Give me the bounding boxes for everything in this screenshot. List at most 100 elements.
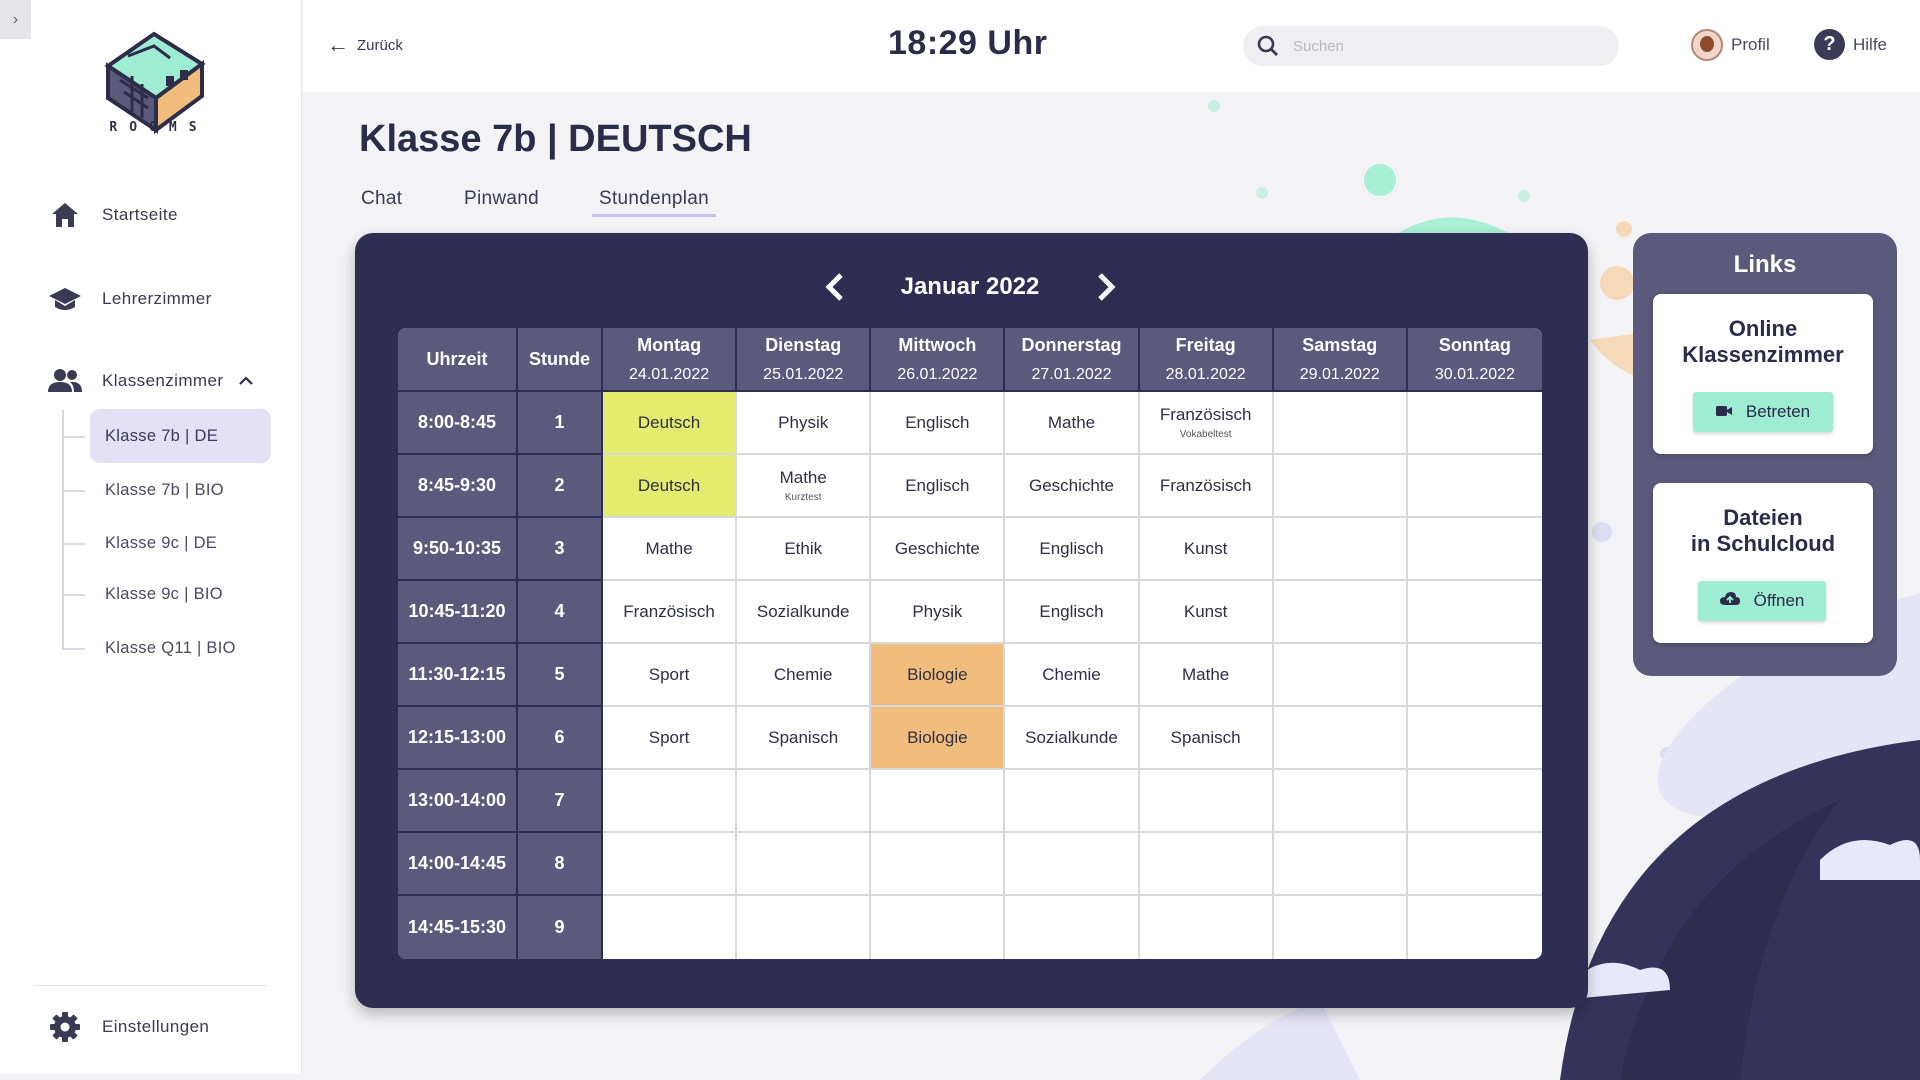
lesson-cell[interactable]: Mathe	[1005, 392, 1140, 455]
lesson-cell[interactable]: Geschichte	[1005, 455, 1140, 518]
lesson-cell[interactable]: Deutsch	[603, 455, 738, 518]
lesson-cell[interactable]	[737, 833, 872, 896]
lesson-cell[interactable]	[603, 833, 738, 896]
lesson-cell[interactable]: Französisch Vokabeltest	[1139, 392, 1274, 455]
nav-einstellungen[interactable]: Einstellungen	[48, 1012, 209, 1042]
day-date: 25.01.2022	[763, 365, 844, 383]
lesson-cell[interactable]	[1407, 581, 1542, 644]
lesson-cell[interactable]: Physik	[737, 392, 872, 455]
open-button[interactable]: Öffnen	[1698, 581, 1826, 621]
class-item-7b-bio[interactable]: Klasse 7b | BIO	[90, 463, 271, 517]
lesson-cell[interactable]: Mathe Kurztest	[737, 455, 872, 518]
lesson-cell[interactable]: Kunst	[1139, 518, 1274, 581]
lesson-cell[interactable]: Sport	[603, 644, 738, 707]
lesson-cell[interactable]	[1273, 392, 1408, 455]
lesson-cell[interactable]: Sozialkunde	[737, 581, 872, 644]
lesson-cell[interactable]: Englisch	[871, 455, 1006, 518]
lesson-cell[interactable]: Französisch	[603, 581, 738, 644]
lesson-cell[interactable]: Französisch	[1139, 455, 1274, 518]
nav-startseite[interactable]: Startseite	[48, 200, 178, 230]
lesson-cell[interactable]	[1139, 770, 1274, 833]
lesson-cell[interactable]	[1408, 896, 1542, 959]
row-time: 9:50-10:35	[398, 518, 518, 581]
lesson-cell[interactable]	[1005, 833, 1140, 896]
lesson-cell[interactable]	[871, 833, 1006, 896]
row-period: 9	[518, 896, 603, 959]
lesson-cell[interactable]: Chemie	[1005, 644, 1140, 707]
lesson-cell[interactable]: Chemie	[737, 644, 872, 707]
lesson-cell[interactable]: Biologie	[871, 707, 1006, 770]
lesson-cell[interactable]	[1407, 455, 1542, 518]
next-month-button[interactable]	[1086, 265, 1126, 309]
lesson-cell[interactable]	[1139, 833, 1274, 896]
nav-lehrerzimmer[interactable]: Lehrerzimmer	[48, 284, 212, 314]
lesson-cell[interactable]: Spanisch	[737, 707, 872, 770]
lesson-cell[interactable]	[1273, 707, 1408, 770]
profile-button[interactable]: Profil	[1691, 29, 1770, 61]
lesson-cell[interactable]: Deutsch	[603, 392, 738, 455]
lesson-cell[interactable]	[1407, 833, 1542, 896]
class-item-7b-de[interactable]: Klasse 7b | DE	[90, 409, 271, 463]
tab-stundenplan[interactable]: Stundenplan	[592, 188, 717, 217]
row-time: 14:45-15:30	[398, 896, 518, 959]
sidebar-collapse-button[interactable]: ›	[0, 0, 31, 39]
search-input[interactable]	[1293, 37, 1593, 55]
lesson-cell[interactable]: Ethik	[737, 518, 872, 581]
lesson-cell[interactable]	[603, 896, 738, 959]
lesson-subject: Geschichte	[894, 538, 980, 558]
nav-label: Klassenzimmer	[102, 371, 224, 390]
lesson-cell[interactable]: Kunst	[1139, 581, 1274, 644]
lesson-cell[interactable]	[1273, 833, 1408, 896]
lesson-cell[interactable]	[1273, 581, 1408, 644]
lesson-cell[interactable]	[1005, 896, 1140, 959]
prev-month-button[interactable]	[815, 265, 855, 309]
cloud-upload-icon	[1719, 591, 1740, 611]
lesson-subject: Spanisch	[768, 727, 839, 747]
lesson-cell[interactable]: Spanisch	[1139, 707, 1274, 770]
lesson-cell[interactable]: Sport	[603, 707, 738, 770]
tab-pinwand[interactable]: Pinwand	[464, 188, 539, 210]
tab-chat[interactable]: Chat	[361, 188, 402, 210]
link-title-line: Online	[1728, 316, 1798, 341]
lesson-cell[interactable]: Mathe	[603, 518, 738, 581]
back-button[interactable]: ← Zurück	[327, 34, 403, 56]
time-label: 11:30-12:15	[408, 664, 506, 684]
lesson-cell[interactable]: Physik	[871, 581, 1006, 644]
lesson-cell[interactable]	[1407, 518, 1542, 581]
help-button[interactable]: ? Hilfe	[1814, 29, 1887, 60]
lesson-cell[interactable]	[1407, 770, 1542, 833]
join-button[interactable]: Betreten	[1693, 392, 1833, 432]
lesson-cell[interactable]	[871, 770, 1006, 833]
lesson-cell[interactable]: Mathe	[1139, 644, 1274, 707]
lesson-cell[interactable]: Englisch	[1005, 581, 1140, 644]
nav-label: Einstellungen	[102, 1017, 210, 1036]
lesson-cell[interactable]	[1273, 770, 1408, 833]
lesson-cell[interactable]: Englisch	[871, 392, 1006, 455]
lesson-cell[interactable]	[1140, 896, 1274, 959]
lesson-cell[interactable]	[737, 770, 872, 833]
chevron-up-icon[interactable]	[239, 373, 254, 389]
lesson-cell[interactable]	[1274, 896, 1408, 959]
lesson-cell[interactable]	[1407, 392, 1542, 455]
open-label: Öffnen	[1753, 591, 1805, 610]
lesson-cell[interactable]	[1407, 644, 1542, 707]
class-item-9c-de[interactable]: Klasse 9c | DE	[90, 516, 271, 570]
class-item-q11-bio[interactable]: Klasse Q11 | BIO	[90, 621, 271, 675]
class-item-9c-bio[interactable]: Klasse 9c | BIO	[90, 567, 271, 621]
lesson-cell[interactable]	[603, 770, 738, 833]
lesson-subject: Mathe	[779, 468, 827, 487]
lesson-cell[interactable]: Sozialkunde	[1005, 707, 1140, 770]
lesson-cell[interactable]: Biologie	[871, 644, 1006, 707]
lesson-cell[interactable]: Englisch	[1005, 518, 1140, 581]
lesson-cell[interactable]	[1273, 518, 1408, 581]
lesson-cell[interactable]	[871, 896, 1006, 959]
lesson-cell[interactable]	[1407, 707, 1542, 770]
lesson-cell[interactable]	[1005, 770, 1140, 833]
nav-klassenzimmer[interactable]: Klassenzimmer	[48, 366, 254, 396]
lesson-subject: Sozialkunde	[756, 601, 850, 621]
lesson-cell[interactable]: Geschichte	[871, 518, 1006, 581]
lesson-cell[interactable]	[1273, 644, 1408, 707]
lesson-cell[interactable]	[737, 896, 872, 959]
tab-label: Pinwand	[464, 188, 539, 209]
lesson-cell[interactable]	[1273, 455, 1408, 518]
